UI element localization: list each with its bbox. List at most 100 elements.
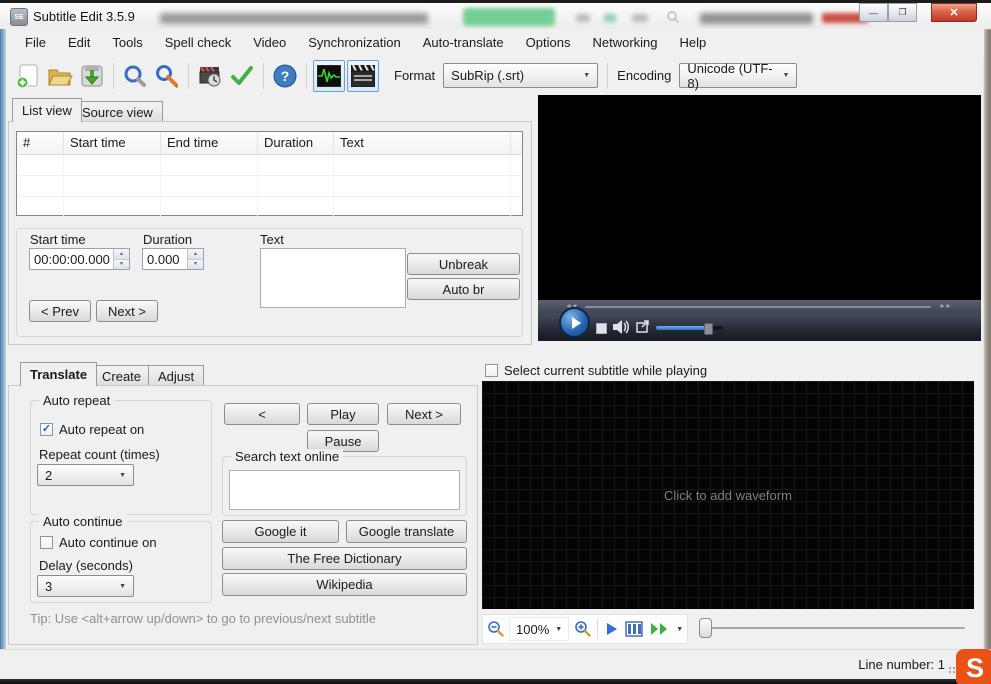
duration-spinner[interactable]: 0.000 ▲ ▼	[142, 248, 204, 270]
save-button[interactable]	[77, 61, 107, 91]
prev-subtitle-button[interactable]: < Prev	[29, 300, 91, 322]
toolbar-separator	[306, 62, 307, 89]
start-time-spinner[interactable]: 00:00:00.000 ▲ ▼	[29, 248, 130, 270]
play-back-button[interactable]: <	[224, 403, 300, 425]
spell-check-button[interactable]	[227, 61, 257, 91]
menu-synchronization[interactable]: Synchronization	[297, 29, 412, 57]
subtitle-text-input[interactable]	[260, 248, 406, 308]
minimize-button[interactable]: —	[859, 3, 888, 22]
waveform-zoom-select[interactable]: 100% ▼	[509, 617, 570, 641]
unbreak-button[interactable]: Unbreak	[407, 253, 520, 275]
auto-repeat-checkbox[interactable]: ✓	[40, 423, 53, 436]
tab-translate[interactable]: Translate	[20, 362, 98, 386]
seek-track[interactable]	[584, 305, 932, 308]
menu-tools[interactable]: Tools	[101, 29, 153, 57]
col-end-time[interactable]: End time	[161, 132, 258, 154]
volume-icon[interactable]	[612, 319, 630, 335]
col-duration[interactable]: Duration	[258, 132, 334, 154]
start-time-value: 00:00:00.000	[34, 252, 110, 267]
toggle-waveform-button[interactable]	[313, 59, 345, 92]
open-file-button[interactable]	[45, 61, 75, 91]
slider-thumb[interactable]	[699, 618, 712, 638]
table-row	[17, 197, 522, 217]
tab-adjust[interactable]: Adjust	[148, 365, 205, 386]
chevron-down-icon: ▼	[119, 582, 126, 590]
free-dictionary-button[interactable]: The Free Dictionary	[222, 547, 467, 570]
spin-down-icon[interactable]: ▼	[114, 259, 129, 269]
find-button[interactable]	[120, 61, 150, 91]
waveform-area[interactable]: Click to add waveform	[482, 381, 974, 609]
window-border-left	[0, 29, 6, 679]
tab-list-view[interactable]: List view	[12, 98, 82, 122]
menu-auto-translate[interactable]: Auto-translate	[412, 29, 515, 57]
close-button[interactable]: ✕	[931, 3, 977, 22]
waveform-play-icon[interactable]	[607, 623, 618, 635]
new-file-button[interactable]	[13, 61, 43, 91]
auto-continue-legend: Auto continue	[39, 514, 127, 529]
maximize-button[interactable]: ❐	[888, 3, 917, 22]
play-icon	[571, 316, 581, 329]
wikipedia-button[interactable]: Wikipedia	[222, 573, 467, 596]
columns-view-icon[interactable]	[625, 621, 643, 637]
col-text[interactable]: Text	[334, 132, 511, 154]
toggle-video-button[interactable]	[347, 59, 379, 92]
menu-edit[interactable]: Edit	[57, 29, 101, 57]
check-icon: ✓	[41, 422, 52, 435]
format-select[interactable]: SubRip (.srt) ▼	[443, 63, 599, 88]
video-player[interactable]: ◄◄ ►►	[538, 95, 981, 341]
close-icon: ✕	[949, 7, 959, 19]
next-subtitle-button[interactable]: Next >	[96, 300, 158, 322]
menu-networking[interactable]: Networking	[581, 29, 668, 57]
waveform-icon	[317, 64, 341, 87]
spin-up-icon[interactable]: ▲	[114, 249, 129, 260]
table-header: # Start time End time Duration Text	[17, 132, 522, 155]
spin-down-icon[interactable]: ▼	[188, 259, 203, 269]
visual-sync-button[interactable]	[195, 61, 225, 91]
play-button[interactable]	[559, 307, 590, 338]
auto-repeat-checkbox-label: Auto repeat on	[59, 422, 145, 437]
waveform-position-slider[interactable]	[701, 627, 965, 629]
encoding-select[interactable]: Unicode (UTF-8) ▼	[679, 61, 798, 91]
menu-options[interactable]: Options	[515, 29, 582, 57]
auto-continue-checkbox[interactable]	[40, 536, 53, 549]
check-icon	[231, 65, 253, 85]
subtitle-table[interactable]: # Start time End time Duration Text	[16, 131, 523, 217]
toolbar-separator	[597, 619, 599, 639]
replace-button[interactable]	[152, 61, 182, 91]
volume-slider[interactable]	[656, 323, 723, 335]
waveform-placeholder[interactable]: Click to add waveform	[664, 488, 792, 503]
zoom-in-icon[interactable]	[574, 620, 592, 638]
tab-create[interactable]: Create	[92, 365, 152, 386]
tab-source-view[interactable]: Source view	[72, 101, 163, 122]
fast-forward-icon[interactable]	[650, 622, 670, 636]
search-online-legend: Search text online	[231, 449, 344, 464]
play-next-button[interactable]: Next >	[387, 403, 461, 425]
zoom-out-icon[interactable]	[487, 620, 505, 638]
google-translate-button[interactable]: Google translate	[346, 520, 467, 543]
col-number[interactable]: #	[17, 132, 64, 154]
menu-help[interactable]: Help	[669, 29, 718, 57]
delay-select[interactable]: 3 ▼	[37, 575, 134, 597]
window-border-right	[984, 29, 991, 679]
auto-br-button[interactable]: Auto br	[407, 278, 520, 300]
format-label: Format	[394, 68, 436, 83]
video-seek-bar[interactable]: ◄◄ ►►	[538, 300, 981, 313]
delay-value: 3	[45, 578, 53, 594]
search-text-input[interactable]	[229, 470, 460, 510]
menu-video[interactable]: Video	[242, 29, 297, 57]
seek-forward-icon[interactable]: ►►	[939, 303, 952, 310]
minimize-icon: —	[869, 7, 878, 18]
fullscreen-icon[interactable]	[636, 320, 650, 333]
chevron-down-icon[interactable]: ▼	[676, 626, 683, 633]
play-current-button[interactable]: Play	[307, 403, 379, 425]
spin-up-icon[interactable]: ▲	[188, 249, 203, 260]
select-current-subtitle-checkbox[interactable]	[485, 364, 498, 377]
menu-file[interactable]: File	[14, 29, 57, 57]
stop-button[interactable]	[596, 323, 607, 334]
help-button[interactable]: ?	[270, 61, 300, 91]
menu-spell-check[interactable]: Spell check	[154, 29, 242, 57]
volume-knob[interactable]	[704, 323, 713, 335]
col-start-time[interactable]: Start time	[64, 132, 161, 154]
repeat-count-select[interactable]: 2 ▼	[37, 464, 134, 486]
google-it-button[interactable]: Google it	[222, 520, 339, 543]
